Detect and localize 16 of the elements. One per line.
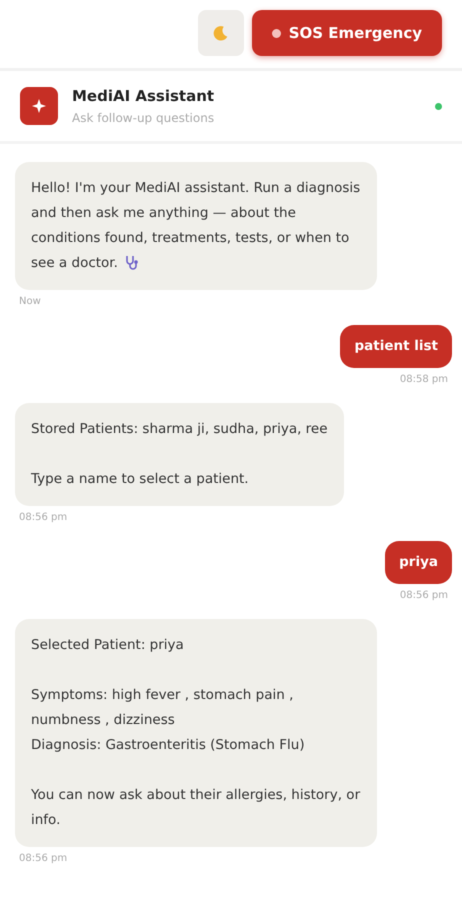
app-logo-icon (20, 87, 58, 125)
user-message: patient list (340, 325, 452, 368)
theme-toggle-button[interactable] (198, 10, 244, 56)
assistant-message: Stored Patients: sharma ji, sudha, priya, ree Type a name to select a patient. (15, 403, 344, 506)
message-time: 08:56 pm (19, 853, 68, 864)
message-time: 08:56 pm (400, 590, 448, 601)
user-message: priya (385, 541, 452, 584)
moon-icon (212, 24, 230, 42)
assistant-message: Hello! I'm your MediAI assistant. Run a diagnosis and then ask me anything — about the conditions found, treatments, tests, or when to see a doctor. (15, 162, 377, 290)
message-time: 08:58 pm (400, 374, 448, 385)
assistant-title: MediAI Assistant (72, 87, 216, 105)
message-time: 08:56 pm (19, 512, 68, 523)
assistant-message: Selected Patient: priya Symptoms: high fever , stomach pain , numbness , dizziness Diagnosis: Gastroenteritis (Stomach Flu) You can now ask about their allergies, history, or info. (15, 619, 377, 847)
message-time: Now (19, 296, 41, 307)
assistant-subtitle: Ask follow-up questions (72, 111, 216, 125)
sos-emergency-button[interactable]: SOS Emergency (252, 10, 442, 56)
